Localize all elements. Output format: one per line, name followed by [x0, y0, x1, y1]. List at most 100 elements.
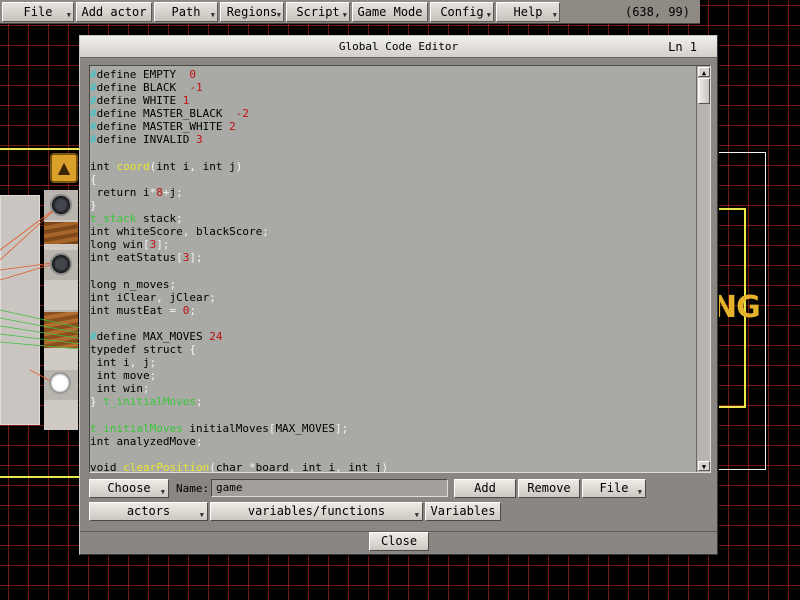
code-token: define MASTER_WHITE	[96, 120, 230, 134]
scene-path-lines	[0, 204, 90, 387]
variables-button[interactable]: Variables	[425, 502, 501, 521]
code-token: define EMPTY	[96, 68, 190, 81]
code-token: return	[90, 185, 143, 199]
scrollbar-thumb[interactable]	[698, 78, 710, 104]
code-token: (	[209, 460, 216, 472]
menu-script[interactable]: Script ▼	[286, 2, 350, 22]
scene-guide-line	[0, 476, 90, 478]
code-line: } t_initialMoves;	[90, 395, 694, 408]
code-token: define INVALID	[96, 133, 196, 147]
file-label: File	[599, 481, 629, 495]
menu-file[interactable]: File ▼	[2, 2, 74, 22]
dropdown-arrow-icon: ▼	[66, 11, 71, 19]
code-token: long win	[90, 238, 143, 252]
code-token: int mustEat	[90, 303, 170, 317]
menu-config-label: Config	[440, 5, 484, 19]
choose-dropdown[interactable]: Choose ▼	[89, 479, 169, 498]
code-token: long n_moves	[90, 277, 170, 291]
code-token: 8	[156, 185, 163, 199]
code-token: typedef struct	[90, 342, 190, 356]
remove-label: Remove	[527, 481, 571, 495]
code-line: void clearPosition(char *board, int i, i…	[90, 461, 694, 472]
code-line: typedef struct {	[90, 343, 694, 356]
file-dropdown[interactable]: File ▼	[582, 479, 646, 498]
code-line: long win[3];	[90, 238, 694, 251]
code-token: int j	[348, 460, 382, 472]
code-line: t_stack stack;	[90, 212, 694, 225]
code-line: int eatStatus[3];	[90, 251, 694, 264]
close-button[interactable]: Close	[369, 532, 429, 551]
code-token: [	[142, 238, 150, 252]
code-token: clearPosition	[123, 460, 210, 472]
code-token: 0	[189, 68, 196, 81]
code-token: ;	[262, 225, 269, 239]
scene-white-piece[interactable]	[49, 372, 71, 394]
name-input[interactable]: game	[211, 479, 448, 497]
code-token: ,	[156, 290, 170, 304]
code-token: *	[248, 460, 256, 472]
code-token: jClear	[169, 290, 210, 304]
menu-help[interactable]: Help ▼	[496, 2, 560, 22]
code-token: #	[90, 68, 97, 81]
variables-label: Variables	[430, 504, 496, 518]
code-token: [	[176, 251, 183, 265]
code-token: }	[90, 198, 97, 212]
dropdown-arrow-icon: ▼	[486, 11, 491, 19]
scene-guide-line	[0, 148, 90, 150]
code-token: int eatStatus	[90, 251, 177, 265]
scroll-down-icon[interactable]: ▼	[698, 461, 710, 471]
code-token: -2	[235, 107, 249, 121]
code-token: 2	[229, 120, 236, 134]
dropdown-arrow-icon: ▼	[276, 11, 281, 19]
remove-button[interactable]: Remove	[518, 479, 580, 498]
menu-game-mode-label: Game Mode	[357, 5, 423, 19]
dialog-titlebar[interactable]: Global Code Editor Ln 1	[80, 36, 717, 58]
code-line: return i*8+j;	[90, 186, 694, 199]
code-token: ;	[169, 277, 177, 291]
code-token: ;	[195, 434, 203, 448]
code-line: int move;	[90, 369, 694, 382]
code-token: define WHITE	[96, 94, 183, 108]
code-line: t_initialMoves initialMoves[MAX_MOVES];	[90, 422, 694, 435]
code-token: void	[90, 460, 124, 472]
menu-config[interactable]: Config ▼	[430, 2, 494, 22]
dropdown-arrow-icon: ▼	[210, 11, 215, 19]
code-token: {	[90, 172, 97, 186]
code-line: int analyzedMove;	[90, 435, 694, 448]
menu-regions[interactable]: Regions ▼	[220, 2, 284, 22]
dropdown-arrow-icon: ▼	[637, 488, 642, 496]
code-token: MAX_MOVES	[275, 421, 336, 435]
scroll-up-icon[interactable]: ▲	[698, 67, 710, 77]
code-line: int win;	[90, 382, 694, 395]
code-token: ,	[189, 159, 203, 173]
scene-loading-graphic: NG	[712, 290, 760, 325]
code-text-area[interactable]: #define EMPTY 0 #define BLACK -1 #define W…	[90, 66, 694, 472]
code-token: board	[255, 460, 289, 472]
menu-script-label: Script	[296, 5, 340, 19]
code-line: int whiteScore, blackScore;	[90, 225, 694, 238]
code-token: int move	[90, 369, 150, 383]
add-button[interactable]: Add	[454, 479, 516, 498]
code-token: #	[90, 81, 97, 95]
scene-dark-piece[interactable]	[50, 253, 72, 275]
code-token: int iClear	[90, 290, 157, 304]
code-token: int i	[90, 356, 130, 370]
code-token: ];	[156, 238, 170, 252]
menu-path[interactable]: Path ▼	[154, 2, 218, 22]
code-token: #	[90, 94, 97, 108]
menu-game-mode[interactable]: Game Mode	[352, 2, 428, 22]
code-line: int i, j;	[90, 356, 694, 369]
code-token: char	[215, 460, 249, 472]
vertical-scrollbar[interactable]: ▲ ▼	[696, 66, 710, 472]
actors-dropdown[interactable]: actors ▼	[89, 502, 208, 521]
code-line: #define MASTER_BLACK -2	[90, 107, 694, 120]
scene-dark-piece[interactable]	[50, 194, 72, 216]
code-token: int win	[90, 382, 143, 396]
code-editor[interactable]: #define EMPTY 0 #define BLACK -1 #define W…	[89, 65, 711, 473]
variables-functions-dropdown[interactable]: variables/functions ▼	[210, 502, 423, 521]
code-token: ;	[149, 369, 157, 383]
menu-add-actor[interactable]: Add actor	[76, 2, 152, 22]
dropdown-arrow-icon: ▼	[199, 511, 204, 519]
